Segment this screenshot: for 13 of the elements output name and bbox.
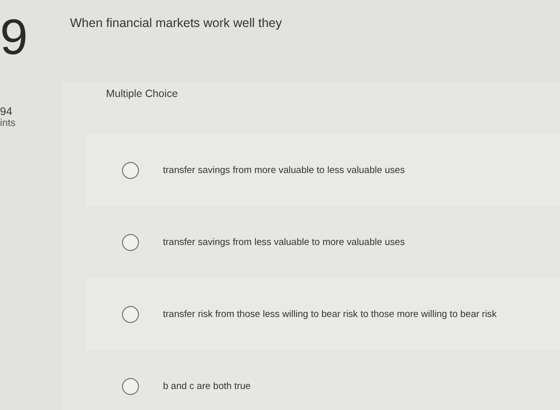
points-value: 94 — [0, 106, 12, 118]
question-text: When financial markets work well they — [69, 16, 283, 30]
radio-button[interactable] — [122, 306, 139, 322]
radio-button[interactable] — [122, 378, 139, 394]
option-label[interactable]: transfer savings from more valuable to less valuable uses — [163, 164, 405, 176]
option-label[interactable]: b and c are both true — [163, 380, 251, 392]
question-number: 9 — [0, 12, 28, 62]
points-label: ints — [0, 118, 16, 129]
radio-button[interactable] — [122, 162, 139, 178]
radio-button[interactable] — [122, 234, 139, 250]
question-type: Multiple Choice — [106, 88, 178, 100]
option-label[interactable]: transfer savings from less valuable to more valuable uses — [163, 236, 405, 248]
option-label[interactable]: transfer risk from those less willing to bear risk to those more willing to bear risk — [163, 308, 497, 320]
